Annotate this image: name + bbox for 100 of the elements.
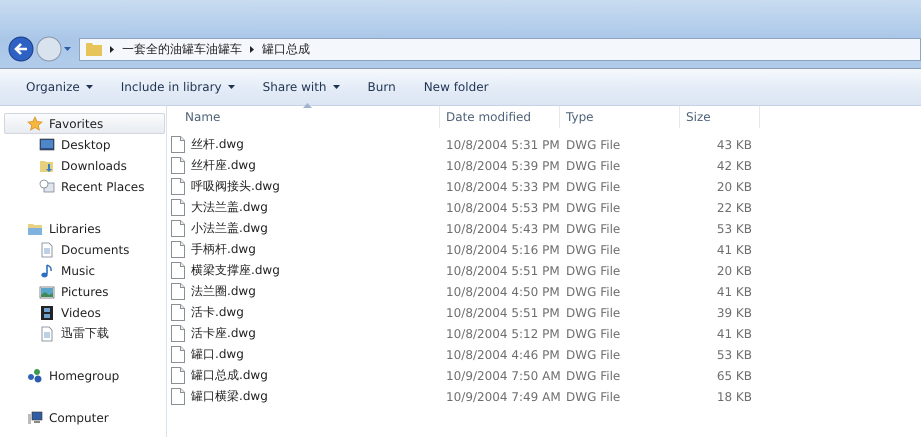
table-cell-text: 43 KB bbox=[716, 138, 753, 152]
table-cell-text: 10/8/2004 5:51 PM bbox=[445, 306, 560, 320]
caret-icon bbox=[228, 85, 235, 89]
file-name[interactable]: 法兰圈.dwg bbox=[191, 283, 256, 300]
table-cell-text: DWG File bbox=[565, 200, 622, 214]
table-cell-text: 10/8/2004 5:39 PM bbox=[445, 158, 560, 172]
toolbar-button[interactable]: New folder bbox=[412, 76, 501, 98]
table-cell-text: DWG File bbox=[565, 326, 622, 340]
table-cell-text: 10/8/2004 5:16 PM bbox=[445, 242, 560, 256]
table-cell-text: 10/8/2004 5:33 PM bbox=[445, 180, 560, 194]
document-icon bbox=[39, 242, 55, 258]
table-cell-text: 39 KB bbox=[716, 306, 753, 320]
navigation-item[interactable]: 迅雷下载 bbox=[4, 323, 165, 344]
file-icon bbox=[171, 199, 185, 216]
recent-places-icon bbox=[39, 178, 55, 194]
toolbar-button[interactable]: Share with bbox=[250, 76, 352, 98]
table-cell-text: 10/9/2004 7:49 AM bbox=[445, 390, 560, 404]
table-cell-text: 22 KB bbox=[716, 200, 753, 214]
navigation-item[interactable]: Libraries bbox=[4, 218, 165, 239]
back-button[interactable] bbox=[8, 36, 34, 62]
file-name[interactable]: 罐口总成.dwg bbox=[191, 367, 268, 384]
table-cell-text: 10/8/2004 5:43 PM bbox=[445, 222, 560, 236]
table-cell-text: DWG File bbox=[565, 222, 622, 236]
column-header[interactable]: Name bbox=[167, 106, 440, 128]
table-cell-text: 10/8/2004 4:50 PM bbox=[445, 284, 560, 298]
navigation-item[interactable]: Favorites bbox=[4, 113, 165, 134]
table-cell-text: DWG File bbox=[565, 138, 622, 152]
navigation-item[interactable]: Homegroup bbox=[4, 365, 165, 386]
file-name[interactable]: 罐口横梁.dwg bbox=[191, 388, 268, 405]
table-cell-text: DWG File bbox=[565, 264, 622, 278]
table-cell-text: DWG File bbox=[565, 368, 622, 382]
navigation-item[interactable]: Computer bbox=[4, 407, 165, 428]
navigation-item[interactable]: Recent Places bbox=[4, 176, 165, 197]
file-name[interactable]: 丝杆座.dwg bbox=[191, 157, 256, 174]
navigation-item[interactable]: Music bbox=[4, 260, 165, 281]
file-name[interactable]: 呼吸阀接头.dwg bbox=[191, 178, 280, 195]
table-cell-text: 10/8/2004 4:46 PM bbox=[445, 348, 560, 362]
caret-icon bbox=[64, 47, 71, 51]
toolbar-button[interactable]: Include in library bbox=[108, 76, 247, 98]
star-icon bbox=[27, 116, 43, 132]
table-cell-text: 10/8/2004 5:31 PM bbox=[445, 138, 560, 152]
navigation-item[interactable]: Pictures bbox=[4, 281, 165, 302]
file-icon bbox=[171, 367, 185, 384]
computer-icon bbox=[27, 410, 43, 426]
table-cell-text: 41 KB bbox=[716, 242, 753, 256]
file-icon bbox=[171, 283, 185, 300]
file-name[interactable]: 罐口.dwg bbox=[191, 346, 244, 363]
toolbar-button[interactable]: Burn bbox=[356, 76, 408, 98]
navigation-item[interactable]: Desktop bbox=[4, 134, 165, 155]
table-cell-text: 10/9/2004 7:50 AM bbox=[445, 368, 560, 382]
column-header[interactable]: Date modified bbox=[440, 106, 560, 128]
navigation-item[interactable]: Documents bbox=[4, 239, 165, 260]
table-cell-text: DWG File bbox=[565, 306, 622, 320]
caret-icon bbox=[86, 85, 93, 89]
file-name[interactable]: 手柄杆.dwg bbox=[191, 241, 256, 258]
sort-arrow-icon bbox=[303, 103, 312, 108]
breadcrumb[interactable]: 罐口总成 bbox=[262, 40, 310, 58]
breadcrumb[interactable]: 一套全的油罐车油罐车 bbox=[122, 40, 242, 58]
file-name[interactable]: 活卡.dwg bbox=[191, 304, 244, 321]
table-cell-text: 41 KB bbox=[716, 284, 753, 298]
file-icon bbox=[171, 325, 185, 342]
table-cell-text: 65 KB bbox=[716, 368, 753, 382]
table-cell-text: 20 KB bbox=[716, 264, 753, 278]
file-icon bbox=[171, 220, 185, 237]
column-header[interactable]: Type bbox=[560, 106, 680, 128]
file-name[interactable]: 活卡座.dwg bbox=[191, 325, 256, 342]
file-icon bbox=[171, 136, 185, 153]
music-note-icon bbox=[39, 262, 55, 278]
table-cell-text: 53 KB bbox=[716, 348, 753, 362]
film-icon bbox=[39, 304, 55, 320]
table-cell-text: DWG File bbox=[565, 180, 622, 194]
document-icon bbox=[39, 326, 55, 342]
file-icon bbox=[171, 241, 185, 258]
folder-icon bbox=[86, 42, 102, 56]
file-name[interactable]: 丝杆.dwg bbox=[191, 136, 244, 153]
table-cell-text: 10/8/2004 5:12 PM bbox=[445, 326, 560, 340]
table-cell-text: 18 KB bbox=[716, 390, 753, 404]
file-name[interactable]: 大法兰盖.dwg bbox=[191, 199, 268, 216]
navigation-item[interactable]: Downloads bbox=[4, 155, 165, 176]
file-icon bbox=[171, 157, 185, 174]
picture-icon bbox=[39, 284, 55, 300]
navigation-item[interactable]: Videos bbox=[4, 302, 165, 323]
table-cell-text: DWG File bbox=[565, 348, 622, 362]
table-cell-text: 10/8/2004 5:51 PM bbox=[445, 264, 560, 278]
homegroup-icon bbox=[27, 368, 43, 384]
table-cell-text: DWG File bbox=[565, 242, 622, 256]
table-cell-text: 10/8/2004 5:53 PM bbox=[445, 200, 560, 214]
table-cell-text: 20 KB bbox=[716, 180, 753, 194]
file-icon bbox=[171, 178, 185, 195]
toolbar-button[interactable]: Organize bbox=[14, 76, 105, 98]
file-name[interactable]: 横梁支撑座.dwg bbox=[191, 262, 280, 279]
file-icon bbox=[171, 304, 185, 321]
file-name[interactable]: 小法兰盖.dwg bbox=[191, 220, 268, 237]
column-header[interactable]: Size bbox=[680, 106, 760, 128]
table-cell-text: DWG File bbox=[565, 284, 622, 298]
table-cell-text: DWG File bbox=[565, 158, 622, 172]
table-cell-text: 41 KB bbox=[716, 326, 753, 340]
file-icon bbox=[171, 388, 185, 405]
address-bar[interactable]: 一套全的油罐车油罐车 罐口总成 bbox=[79, 38, 921, 60]
file-icon bbox=[171, 346, 185, 363]
